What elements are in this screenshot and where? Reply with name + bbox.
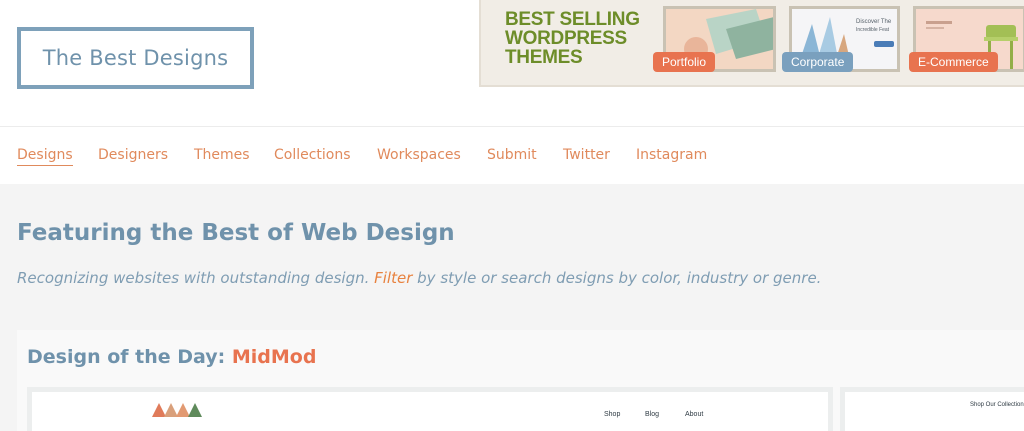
preview-nav-blog: Blog bbox=[645, 411, 660, 418]
banner-headline-line-2: WORDPRESS bbox=[505, 28, 627, 49]
subtitle-text-start: Recognizing websites with outstanding de… bbox=[17, 269, 375, 287]
nav-item-themes[interactable]: Themes bbox=[194, 147, 250, 163]
nav-item-instagram[interactable]: Instagram bbox=[636, 147, 707, 163]
corporate-thumb-text-1: Discover The bbox=[856, 19, 892, 25]
site-logo-text: The Best Designs bbox=[42, 46, 229, 70]
dotd-design-link[interactable]: MidMod bbox=[232, 346, 317, 368]
site-header: The Best Designs BEST SELLING WORDPRESS … bbox=[0, 0, 1024, 126]
site-logo[interactable]: The Best Designs bbox=[17, 27, 254, 89]
ad-banner[interactable]: BEST SELLING WORDPRESS THEMES Discover T… bbox=[479, 0, 1024, 87]
banner-headline-line-1: BEST SELLING bbox=[505, 9, 640, 30]
portfolio-tag[interactable]: Portfolio bbox=[653, 52, 716, 72]
subtitle-text-end: by style or search designs by color, ind… bbox=[412, 269, 822, 287]
corporate-thumb-text-2: Incredible Feat bbox=[856, 27, 890, 33]
nav-item-twitter[interactable]: Twitter bbox=[563, 147, 610, 163]
page-title: Featuring the Best of Web Design bbox=[17, 220, 455, 246]
nav-item-submit[interactable]: Submit bbox=[487, 147, 537, 163]
dotd-label: Design of the Day: bbox=[27, 346, 232, 368]
banner-headline: BEST SELLING WORDPRESS THEMES bbox=[505, 10, 640, 67]
dotd-preview-secondary[interactable]: Shop Our Collection bbox=[840, 387, 1024, 431]
dotd-preview-main[interactable]: Shop Blog About bbox=[27, 387, 833, 431]
preview-side-text: Shop Our Collection bbox=[970, 402, 1024, 408]
preview-nav-shop: Shop bbox=[604, 411, 621, 418]
preview-nav-about: About bbox=[685, 411, 704, 418]
corporate-tag[interactable]: Corporate bbox=[782, 52, 854, 72]
nav-item-collections[interactable]: Collections bbox=[274, 147, 351, 163]
banner-headline-line-3: THEMES bbox=[505, 47, 583, 68]
midmod-logo-icon bbox=[188, 403, 202, 417]
ecommerce-tag[interactable]: E-Commerce bbox=[909, 52, 998, 72]
filter-link[interactable]: Filter bbox=[374, 269, 412, 287]
nav-item-workspaces[interactable]: Workspaces bbox=[377, 147, 461, 163]
page-subtitle: Recognizing websites with outstanding de… bbox=[17, 269, 821, 287]
design-of-the-day-title: Design of the Day: MidMod bbox=[27, 346, 316, 368]
nav-item-designs[interactable]: Designs bbox=[17, 147, 73, 166]
nav-item-designers[interactable]: Designers bbox=[98, 147, 168, 163]
main-nav: Designs Designers Themes Collections Wor… bbox=[0, 127, 1024, 184]
